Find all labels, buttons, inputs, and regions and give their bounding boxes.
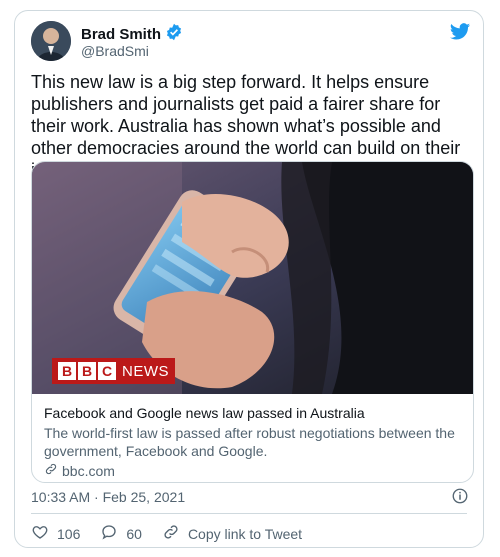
twitter-bird-icon[interactable] <box>449 21 471 43</box>
bbc-letter-3: C <box>98 362 116 380</box>
link-title[interactable]: Facebook and Google news law passed in A… <box>44 404 461 422</box>
tweet-timestamp[interactable]: 10:33 AM · Feb 25, 2021 <box>31 489 185 505</box>
like-button[interactable]: 106 <box>31 523 80 544</box>
info-icon[interactable] <box>451 487 469 505</box>
reply-count: 60 <box>126 525 142 542</box>
copy-link-label: Copy link to Tweet <box>187 525 303 542</box>
bbc-news-word: NEWS <box>122 362 169 380</box>
reply-bubble-icon <box>100 523 118 544</box>
avatar[interactable] <box>31 21 71 61</box>
like-count: 106 <box>57 525 81 542</box>
display-name[interactable]: Brad Smith <box>81 26 161 43</box>
link-icon <box>162 523 180 544</box>
divider <box>31 513 467 514</box>
link-domain: bbc.com <box>44 462 461 479</box>
verified-badge-icon <box>165 23 183 46</box>
link-preview-body: Facebook and Google news law passed in A… <box>32 394 473 482</box>
action-bar: 106 60 Copy link to Tweet <box>31 523 302 544</box>
reply-button[interactable]: 60 <box>100 523 142 544</box>
bbc-news-logo: B B C NEWS <box>52 358 175 384</box>
heart-icon <box>31 523 49 544</box>
link-description: The world-first law is passed after robu… <box>44 425 455 459</box>
tweet-card[interactable]: Brad Smith @BradSmi This new law is a bi… <box>14 10 484 548</box>
link-domain-text: bbc.com <box>62 462 115 479</box>
link-icon <box>44 462 58 479</box>
bbc-letter-2: B <box>78 362 96 380</box>
copy-link-button[interactable]: Copy link to Tweet <box>162 523 302 544</box>
user-handle[interactable]: @BradSmi <box>81 43 149 59</box>
link-preview-card[interactable]: B B C NEWS Facebook and Google news law … <box>31 161 474 483</box>
bbc-letter-1: B <box>58 362 76 380</box>
